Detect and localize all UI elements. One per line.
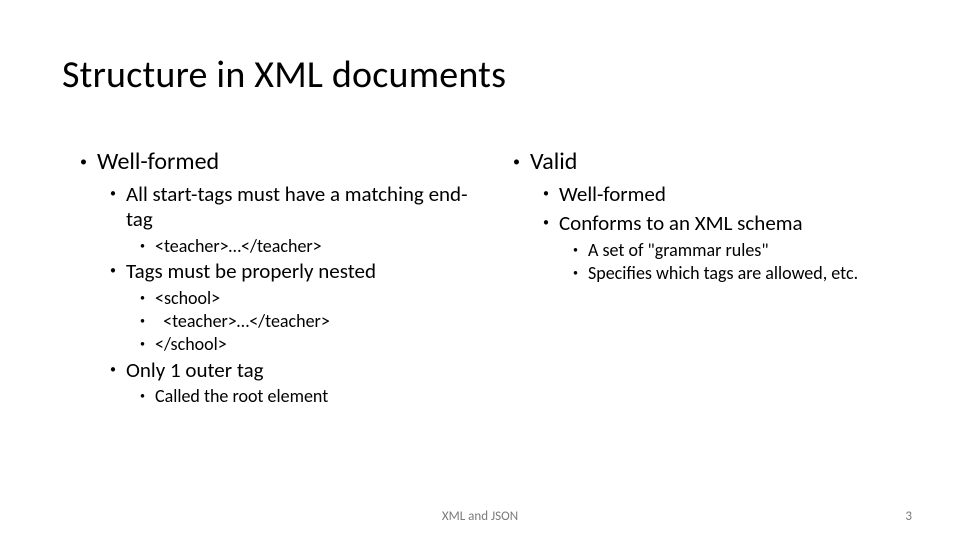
bullet-valid-wellformed: • Well-formed — [495, 182, 920, 207]
bullet-dot-icon: • — [110, 259, 116, 277]
bullet-nested: • Tags must be properly nested — [62, 259, 491, 284]
bullet-valid: • Valid — [495, 148, 920, 176]
footer-center: XML and JSON — [0, 509, 960, 524]
bullet-dot-icon: • — [573, 263, 578, 278]
right-column: • Valid • Well-formed • Conforms to an X… — [491, 148, 920, 410]
bullet-text: <school> — [155, 288, 491, 309]
slide-title: Structure in XML documents — [62, 52, 506, 98]
bullet-text: A set of "grammar rules" — [588, 240, 920, 261]
bullet-allowed-tags: • Specifies which tags are allowed, etc. — [495, 263, 920, 284]
slide: Structure in XML documents • Well-formed… — [0, 0, 960, 540]
bullet-dot-icon: • — [513, 148, 520, 169]
bullet-text: Well-formed — [559, 182, 920, 207]
content-columns: • Well-formed • All start-tags must have… — [62, 148, 920, 410]
bullet-school-open: • <school> — [62, 288, 491, 309]
bullet-dot-icon: • — [110, 182, 116, 200]
page-number: 3 — [905, 509, 912, 524]
bullet-dot-icon: • — [543, 182, 549, 200]
bullet-valid-schema: • Conforms to an XML schema — [495, 211, 920, 236]
left-column: • Well-formed • All start-tags must have… — [62, 148, 491, 410]
bullet-dot-icon: • — [140, 334, 145, 349]
bullet-text: Specifies which tags are allowed, etc. — [588, 263, 920, 284]
bullet-teacher-nested: • <teacher>…</teacher> — [62, 311, 491, 332]
bullet-text: All start-tags must have a matching end-… — [126, 182, 491, 232]
bullet-grammar-rules: • A set of "grammar rules" — [495, 240, 920, 261]
bullet-dot-icon: • — [140, 288, 145, 303]
bullet-wellformed: • Well-formed — [62, 148, 491, 176]
bullet-outer-tag: • Only 1 outer tag — [62, 358, 491, 383]
bullet-text: Conforms to an XML schema — [559, 211, 920, 236]
bullet-dot-icon: • — [543, 211, 549, 229]
bullet-dot-icon: • — [110, 358, 116, 376]
bullet-dot-icon: • — [140, 311, 145, 326]
bullet-root-element: • Called the root element — [62, 386, 491, 407]
bullet-text: Well-formed — [97, 148, 491, 176]
bullet-text: <teacher>…</teacher> — [155, 311, 491, 332]
bullet-dot-icon: • — [80, 148, 87, 169]
bullet-teacher-example: • <teacher>…</teacher> — [62, 236, 491, 257]
bullet-text: Valid — [530, 148, 920, 176]
bullet-text: Only 1 outer tag — [126, 358, 491, 383]
bullet-text: </school> — [155, 334, 491, 355]
bullet-dot-icon: • — [140, 236, 145, 251]
bullet-text: <teacher>…</teacher> — [155, 236, 491, 257]
bullet-text: Called the root element — [155, 386, 491, 407]
bullet-dot-icon: • — [140, 386, 145, 401]
bullet-school-close: • </school> — [62, 334, 491, 355]
bullet-dot-icon: • — [573, 240, 578, 255]
bullet-text: Tags must be properly nested — [126, 259, 491, 284]
bullet-start-tags: • All start-tags must have a matching en… — [62, 182, 491, 232]
